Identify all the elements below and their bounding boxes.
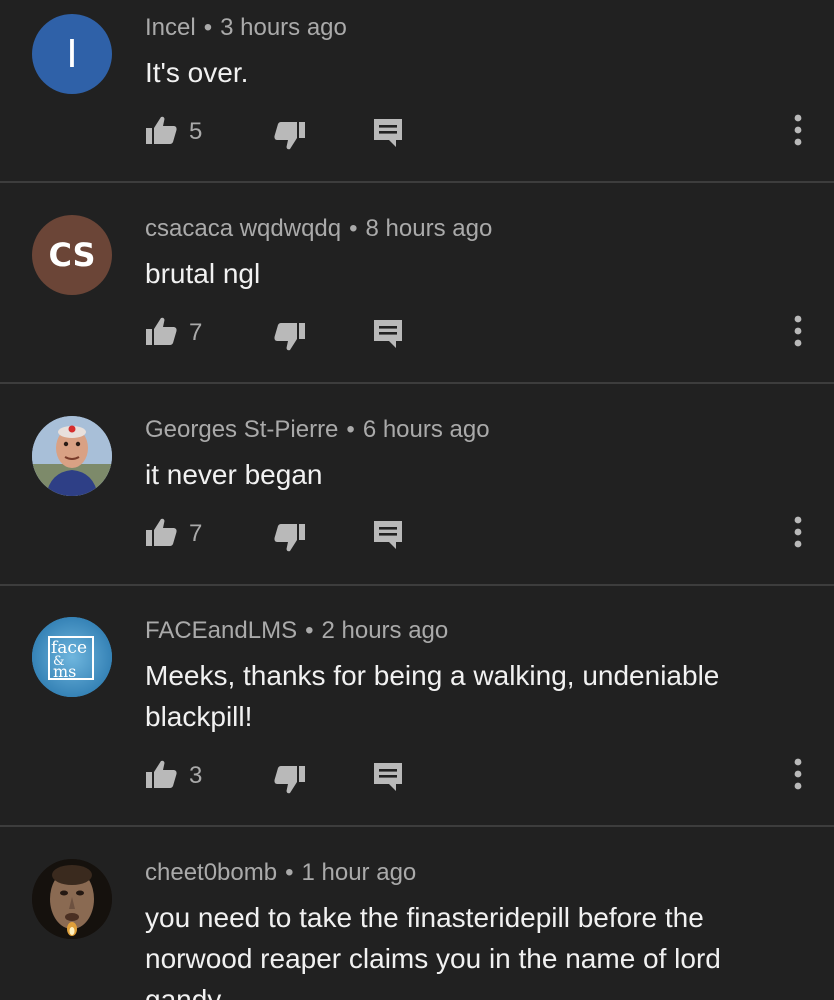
comment-text: it never began: [145, 459, 323, 490]
comment-author[interactable]: Georges St-Pierre: [145, 416, 338, 443]
reply-icon[interactable]: [372, 317, 404, 349]
reply-icon[interactable]: [372, 116, 404, 148]
more-vert-icon[interactable]: [788, 514, 808, 550]
comment-actions: 3: [0, 758, 834, 798]
meta-separator: •: [305, 617, 314, 644]
comment-meta: cheet0bomb • 1 hour ago: [145, 859, 416, 887]
comment-time[interactable]: 2 hours ago: [321, 617, 448, 644]
comment-text: Meeks, thanks for being a walking, unden…: [145, 660, 720, 732]
thumb-up-icon[interactable]: [145, 758, 179, 792]
more-vert-icon[interactable]: [788, 112, 808, 148]
comment-text: you need to take the finasteridepill bef…: [145, 902, 721, 1000]
comment-time[interactable]: 6 hours ago: [363, 416, 490, 443]
avatar-letter: CS: [48, 236, 96, 274]
like-count: 5: [189, 118, 203, 145]
svg-text:ms: ms: [53, 662, 76, 681]
comment-meta: Georges St-Pierre • 6 hours ago: [145, 416, 490, 444]
comment-actions: 7: [0, 516, 834, 556]
comment-item: face & ms FACEandLMS • 2 hours ago Meeks, …: [0, 603, 834, 825]
comment-item: I Incel • 3 hours ago It's over. 5: [0, 0, 834, 182]
comment-time[interactable]: 8 hours ago: [366, 215, 493, 242]
like-count: 7: [189, 520, 203, 547]
comment-meta: csacaca wqdwqdq • 8 hours ago: [145, 215, 492, 243]
thumb-down-icon[interactable]: [272, 762, 306, 796]
divider: [0, 825, 834, 827]
comment-author[interactable]: csacaca wqdwqdq: [145, 215, 341, 242]
avatar[interactable]: CS: [32, 215, 112, 295]
avatar[interactable]: face & ms: [32, 617, 112, 697]
thumb-up-icon[interactable]: [145, 315, 179, 349]
divider: [0, 584, 834, 586]
thumb-up-icon[interactable]: [145, 516, 179, 550]
comment-actions: 7: [0, 315, 834, 355]
comment-item: CS csacaca wqdwqdq • 8 hours ago brutal ng…: [0, 201, 834, 383]
avatar-image: [32, 859, 112, 939]
meta-separator: •: [346, 416, 355, 443]
divider: [0, 181, 834, 183]
comment-item: cheet0bomb • 1 hour ago you need to take t…: [0, 845, 834, 1000]
comments-feed: I Incel • 3 hours ago It's over. 5 CS cs…: [0, 0, 834, 1000]
reply-icon[interactable]: [372, 760, 404, 792]
comment-author[interactable]: Incel: [145, 14, 196, 41]
thumb-down-icon[interactable]: [272, 319, 306, 353]
comment-time[interactable]: 3 hours ago: [220, 14, 347, 41]
thumb-up-icon[interactable]: [145, 114, 179, 148]
meta-separator: •: [285, 859, 294, 886]
more-vert-icon[interactable]: [788, 756, 808, 792]
avatar[interactable]: I: [32, 14, 112, 94]
comment-author[interactable]: FACEandLMS: [145, 617, 297, 644]
divider: [0, 382, 834, 384]
face-and-ms-logo: face & ms: [32, 617, 112, 697]
avatar-image: [32, 416, 112, 496]
comment-actions: 5: [0, 114, 834, 154]
comment-text: brutal ngl: [145, 258, 261, 289]
comment-item: Georges St-Pierre • 6 hours ago it never b…: [0, 402, 834, 584]
comment-text: It's over.: [145, 57, 249, 88]
thumb-down-icon[interactable]: [272, 118, 306, 152]
comment-author[interactable]: cheet0bomb: [145, 859, 277, 886]
avatar-letter: I: [66, 32, 78, 76]
comment-time[interactable]: 1 hour ago: [302, 859, 417, 886]
comment-meta: FACEandLMS • 2 hours ago: [145, 617, 448, 645]
thumb-down-icon[interactable]: [272, 520, 306, 554]
comment-meta: Incel • 3 hours ago: [145, 14, 347, 42]
like-count: 7: [189, 319, 203, 346]
meta-separator: •: [203, 14, 213, 41]
like-count: 3: [189, 762, 203, 789]
reply-icon[interactable]: [372, 518, 404, 550]
avatar[interactable]: [32, 859, 112, 939]
avatar[interactable]: [32, 416, 112, 496]
more-vert-icon[interactable]: [788, 313, 808, 349]
meta-separator: •: [349, 215, 358, 242]
